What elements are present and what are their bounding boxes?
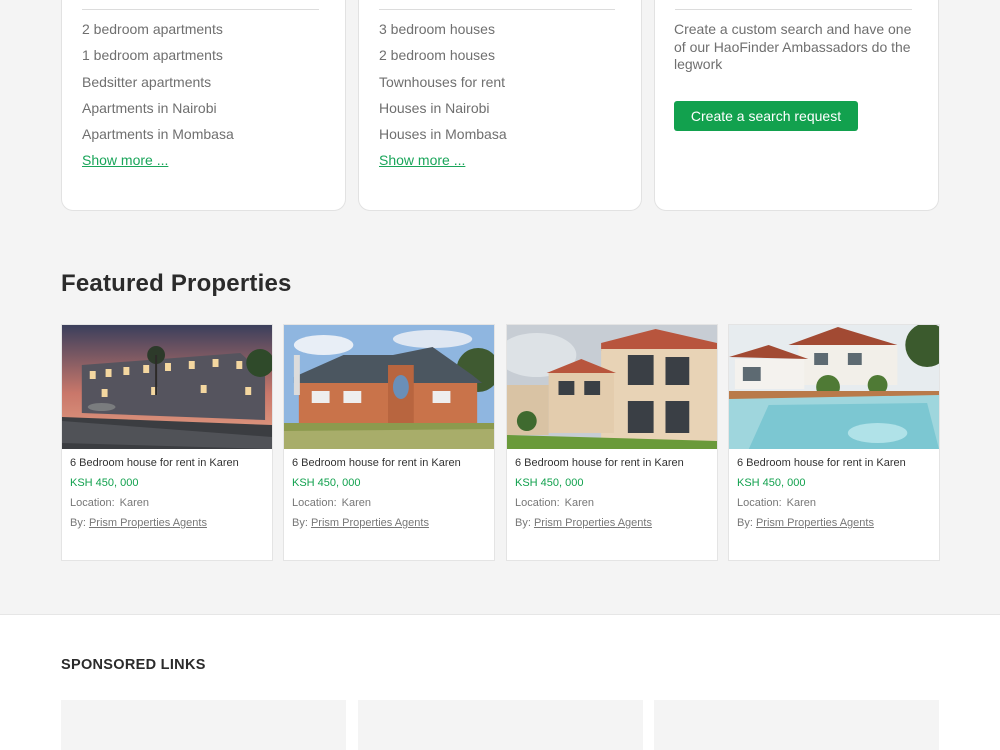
property-agent: By: Prism Properties Agents — [70, 517, 264, 529]
property-title[interactable]: 6 Bedroom house for rent in Karen — [737, 457, 931, 477]
by-label: By: — [737, 517, 753, 529]
by-label: By: — [70, 517, 86, 529]
property-title[interactable]: 6 Bedroom house for rent in Karen — [70, 457, 264, 477]
by-label: By: — [292, 517, 308, 529]
sponsored-slot[interactable] — [61, 700, 346, 750]
property-card[interactable]: 6 Bedroom house for rent in Karen KSH 45… — [506, 324, 718, 561]
sponsored-slot[interactable] — [358, 700, 643, 750]
link-apartments-mombasa[interactable]: Apartments in Mombasa — [82, 124, 234, 150]
location-label: Location: — [737, 497, 782, 509]
property-card[interactable]: 6 Bedroom house for rent in Karen KSH 45… — [283, 324, 495, 561]
property-price: KSH 450, 000 — [292, 477, 361, 489]
property-agent: By: Prism Properties Agents — [737, 517, 931, 529]
divider — [82, 9, 319, 10]
property-location: Location: Karen — [70, 497, 264, 517]
property-price: KSH 450, 000 — [737, 477, 806, 489]
property-agent: By: Prism Properties Agents — [292, 517, 486, 529]
location-value: Karen — [564, 497, 595, 509]
agent-link[interactable]: Prism Properties Agents — [756, 517, 874, 529]
property-price: KSH 450, 000 — [70, 477, 139, 489]
agent-link[interactable]: Prism Properties Agents — [311, 517, 429, 529]
apartments-link-list: 2 bedroom apartments 1 bedroom apartment… — [82, 19, 234, 150]
sponsored-slot[interactable] — [654, 700, 939, 750]
apartments-card: 2 bedroom apartments 1 bedroom apartment… — [61, 0, 346, 211]
by-label: By: — [515, 517, 531, 529]
link-2-bedroom-apartments[interactable]: 2 bedroom apartments — [82, 19, 234, 45]
link-3-bedroom-houses[interactable]: 3 bedroom houses — [379, 19, 507, 45]
search-request-description: Create a custom search and have one of o… — [674, 21, 912, 72]
sponsored-links-heading: SPONSORED LINKS — [61, 657, 206, 673]
location-label: Location: — [515, 497, 560, 509]
property-location: Location: Karen — [292, 497, 486, 517]
houses-card: 3 bedroom houses 2 bedroom houses Townho… — [358, 0, 642, 211]
location-label: Location: — [70, 497, 115, 509]
houses-show-more-link[interactable]: Show more ... — [379, 152, 465, 168]
property-title[interactable]: 6 Bedroom house for rent in Karen — [515, 457, 709, 477]
property-card[interactable]: 6 Bedroom house for rent in Karen KSH 45… — [728, 324, 940, 561]
location-value: Karen — [341, 497, 372, 509]
property-location: Location: Karen — [515, 497, 709, 517]
create-search-request-button[interactable]: Create a search request — [674, 101, 858, 131]
link-apartments-nairobi[interactable]: Apartments in Nairobi — [82, 98, 234, 124]
sponsored-links-section: SPONSORED LINKS — [0, 614, 1000, 750]
link-houses-mombasa[interactable]: Houses in Mombasa — [379, 124, 507, 150]
link-1-bedroom-apartments[interactable]: 1 bedroom apartments — [82, 45, 234, 71]
link-houses-nairobi[interactable]: Houses in Nairobi — [379, 98, 507, 124]
divider — [675, 9, 912, 10]
property-card[interactable]: 6 Bedroom house for rent in Karen KSH 45… — [61, 324, 273, 561]
divider — [379, 9, 615, 10]
link-townhouses[interactable]: Townhouses for rent — [379, 72, 507, 98]
property-title[interactable]: 6 Bedroom house for rent in Karen — [292, 457, 486, 477]
link-2-bedroom-houses[interactable]: 2 bedroom houses — [379, 45, 507, 71]
featured-properties-heading: Featured Properties — [61, 270, 292, 297]
property-agent: By: Prism Properties Agents — [515, 517, 709, 529]
property-details: 6 Bedroom house for rent in Karen KSH 45… — [729, 449, 939, 529]
property-photo[interactable] — [62, 325, 272, 449]
search-request-card: Create a custom search and have one of o… — [654, 0, 939, 211]
apartments-show-more-link[interactable]: Show more ... — [82, 152, 168, 168]
property-photo[interactable] — [284, 325, 494, 449]
property-price: KSH 450, 000 — [515, 477, 584, 489]
property-photo[interactable] — [507, 325, 717, 449]
agent-link[interactable]: Prism Properties Agents — [534, 517, 652, 529]
property-details: 6 Bedroom house for rent in Karen KSH 45… — [62, 449, 272, 529]
location-value: Karen — [786, 497, 817, 509]
link-bedsitter-apartments[interactable]: Bedsitter apartments — [82, 72, 234, 98]
location-value: Karen — [119, 497, 150, 509]
property-details: 6 Bedroom house for rent in Karen KSH 45… — [507, 449, 717, 529]
property-location: Location: Karen — [737, 497, 931, 517]
page: 2 bedroom apartments 1 bedroom apartment… — [0, 0, 1000, 750]
agent-link[interactable]: Prism Properties Agents — [89, 517, 207, 529]
houses-link-list: 3 bedroom houses 2 bedroom houses Townho… — [379, 19, 507, 150]
property-details: 6 Bedroom house for rent in Karen KSH 45… — [284, 449, 494, 529]
property-photo[interactable] — [729, 325, 939, 449]
location-label: Location: — [292, 497, 337, 509]
